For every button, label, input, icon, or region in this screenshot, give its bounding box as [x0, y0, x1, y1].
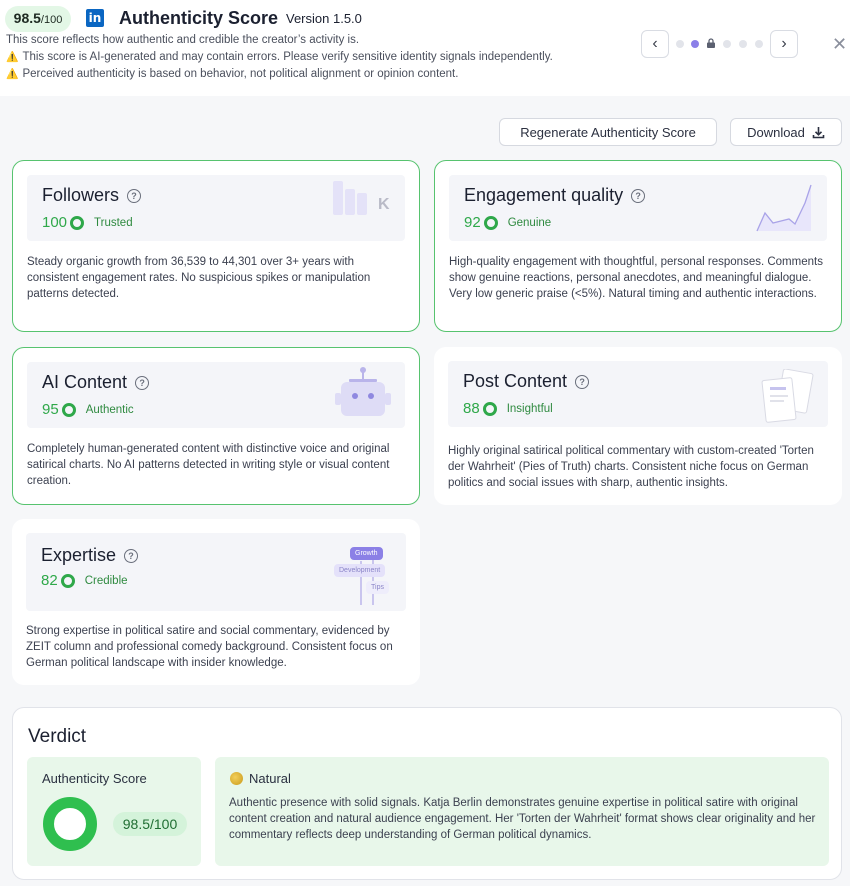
regenerate-label: Regenerate Authenticity Score: [520, 124, 696, 140]
warning-line-political: ⚠️ Perceived authenticity is based on beh…: [6, 68, 458, 80]
score-value: 95: [42, 401, 59, 418]
help-icon[interactable]: ?: [127, 188, 142, 203]
description-line: This score reflects how authentic and cr…: [6, 34, 360, 46]
card-description: Strong expertise in political satire and…: [26, 625, 393, 669]
help-icon[interactable]: ?: [575, 374, 590, 389]
tree-stem: [372, 553, 374, 605]
score-ring-icon: [61, 402, 76, 417]
lock-icon: [707, 38, 715, 48]
card-description: High-quality engagement with thoughtful,…: [449, 256, 823, 300]
score-badge-max: /100: [40, 14, 63, 26]
engagement-sparkline-icon: [756, 184, 812, 232]
page-title: Authenticity Score: [119, 8, 279, 28]
close-icon: ✕: [832, 34, 848, 54]
card-post-content: Post Content ? 88 Insightful Highly orig…: [434, 347, 842, 505]
pager-dot-active[interactable]: [691, 40, 699, 48]
card-title: AI Content ?: [42, 372, 150, 393]
score-label: Credible: [84, 574, 128, 587]
help-icon[interactable]: ?: [124, 548, 139, 563]
score-ring-icon: [60, 573, 75, 588]
card-ai-content: AI Content ? 95 Authentic Completely hum…: [12, 347, 420, 505]
download-label: Download: [747, 124, 805, 140]
score-value: 100: [42, 214, 68, 231]
help-icon[interactable]: ?: [631, 188, 646, 203]
chevron-right-icon: ›: [781, 35, 787, 52]
documents-icon: [761, 369, 814, 423]
card-title: Followers ?: [42, 185, 142, 206]
regenerate-button[interactable]: Regenerate Authenticity Score: [499, 118, 717, 146]
card-metric: 92 Genuine: [464, 214, 551, 231]
card-engagement: Engagement quality ? 92 Genuine High-qua…: [434, 160, 842, 332]
card-expertise: Expertise ? 82 Credible Growth Developme…: [12, 519, 420, 685]
pager-dot[interactable]: [755, 40, 763, 48]
score-value: 88: [463, 400, 480, 417]
score-badge-value: 98.5: [13, 10, 41, 26]
warning-text: This score is AI-generated and may conta…: [22, 51, 553, 63]
card-title: Engagement quality ?: [464, 185, 646, 206]
natural-coin-icon: [230, 772, 243, 785]
natural-box: Natural Authentic presence with solid si…: [215, 757, 829, 866]
robot-icon: [335, 367, 391, 416]
pager-dot[interactable]: [723, 40, 731, 48]
header: 98.5 /100 in Authenticity Score Version …: [0, 0, 850, 96]
warning-icon: ⚠️: [6, 52, 19, 63]
score-ring-icon: [482, 401, 497, 416]
card-metric: 82 Credible: [41, 572, 128, 589]
card-title-text: Post Content: [463, 371, 568, 391]
card-description: Steady organic growth from 36,539 to 44,…: [27, 256, 371, 300]
authenticity-score-box: Authenticity Score 98.5/100: [27, 757, 201, 866]
card-title-text: Expertise: [41, 545, 117, 565]
score-badge: 98.5 /100: [5, 6, 71, 32]
download-icon: [812, 126, 825, 138]
score-ring-icon: [483, 215, 498, 230]
card-title-text: AI Content: [42, 372, 128, 392]
card-metric: 100 Trusted: [42, 214, 133, 231]
card-title-text: Engagement quality: [464, 185, 624, 205]
chevron-left-icon: ‹: [652, 35, 658, 52]
authenticity-score-label: Authenticity Score: [42, 771, 147, 786]
score-value: 82: [41, 572, 58, 589]
download-button[interactable]: Download: [730, 118, 842, 146]
close-button[interactable]: ✕: [832, 34, 847, 55]
card-metric: 95 Authentic: [42, 401, 134, 418]
score-label: Genuine: [507, 216, 552, 229]
card-title: Expertise ?: [41, 545, 139, 566]
warning-line-ai: ⚠️ This score is AI-generated and may con…: [6, 51, 553, 63]
version-label: Version 1.5.0: [286, 11, 362, 26]
natural-label: Natural: [249, 771, 291, 786]
card-metric: 88 Insightful: [463, 400, 553, 417]
card-header: Post Content ? 88 Insightful: [448, 361, 828, 427]
authenticity-score-value: 98.5/100: [113, 812, 187, 836]
prev-button[interactable]: ‹: [641, 30, 669, 58]
card-followers: Followers ? 100 Trusted K Steady organic…: [12, 160, 420, 332]
tag-tips: Tips: [366, 581, 389, 594]
card-title-text: Followers: [42, 185, 120, 205]
verdict-title: Verdict: [28, 726, 87, 747]
card-description: Completely human-generated content with …: [27, 443, 390, 487]
natural-description: Authentic presence with solid signals. K…: [229, 797, 816, 841]
score-value: 92: [464, 214, 481, 231]
linkedin-icon: in: [86, 9, 104, 27]
score-label: Trusted: [94, 216, 133, 229]
score-ring-icon: [70, 215, 85, 230]
pager-dot[interactable]: [739, 40, 747, 48]
warning-text: Perceived authenticity is based on behav…: [22, 68, 459, 80]
card-header: Followers ? 100 Trusted K: [27, 175, 405, 241]
card-header: Expertise ? 82 Credible Growth Developme…: [26, 533, 406, 611]
card-title: Post Content ?: [463, 371, 590, 392]
score-donut-icon: [43, 797, 97, 851]
warning-icon: ⚠️: [6, 69, 19, 80]
tag-growth: Growth: [350, 547, 383, 560]
card-header: Engagement quality ? 92 Genuine: [449, 175, 827, 241]
verdict-panel: Verdict Authenticity Score 98.5/100 Natu…: [12, 707, 842, 880]
score-label: Insightful: [506, 402, 553, 415]
help-icon[interactable]: ?: [135, 375, 150, 390]
score-label: Authentic: [85, 403, 134, 416]
card-description: Highly original satirical political comm…: [448, 445, 814, 489]
tag-development: Development: [334, 564, 386, 577]
followers-k-glyph: K: [378, 196, 390, 213]
next-button[interactable]: ›: [770, 30, 798, 58]
card-header: AI Content ? 95 Authentic: [27, 362, 405, 428]
pager-dot[interactable]: [676, 40, 684, 48]
